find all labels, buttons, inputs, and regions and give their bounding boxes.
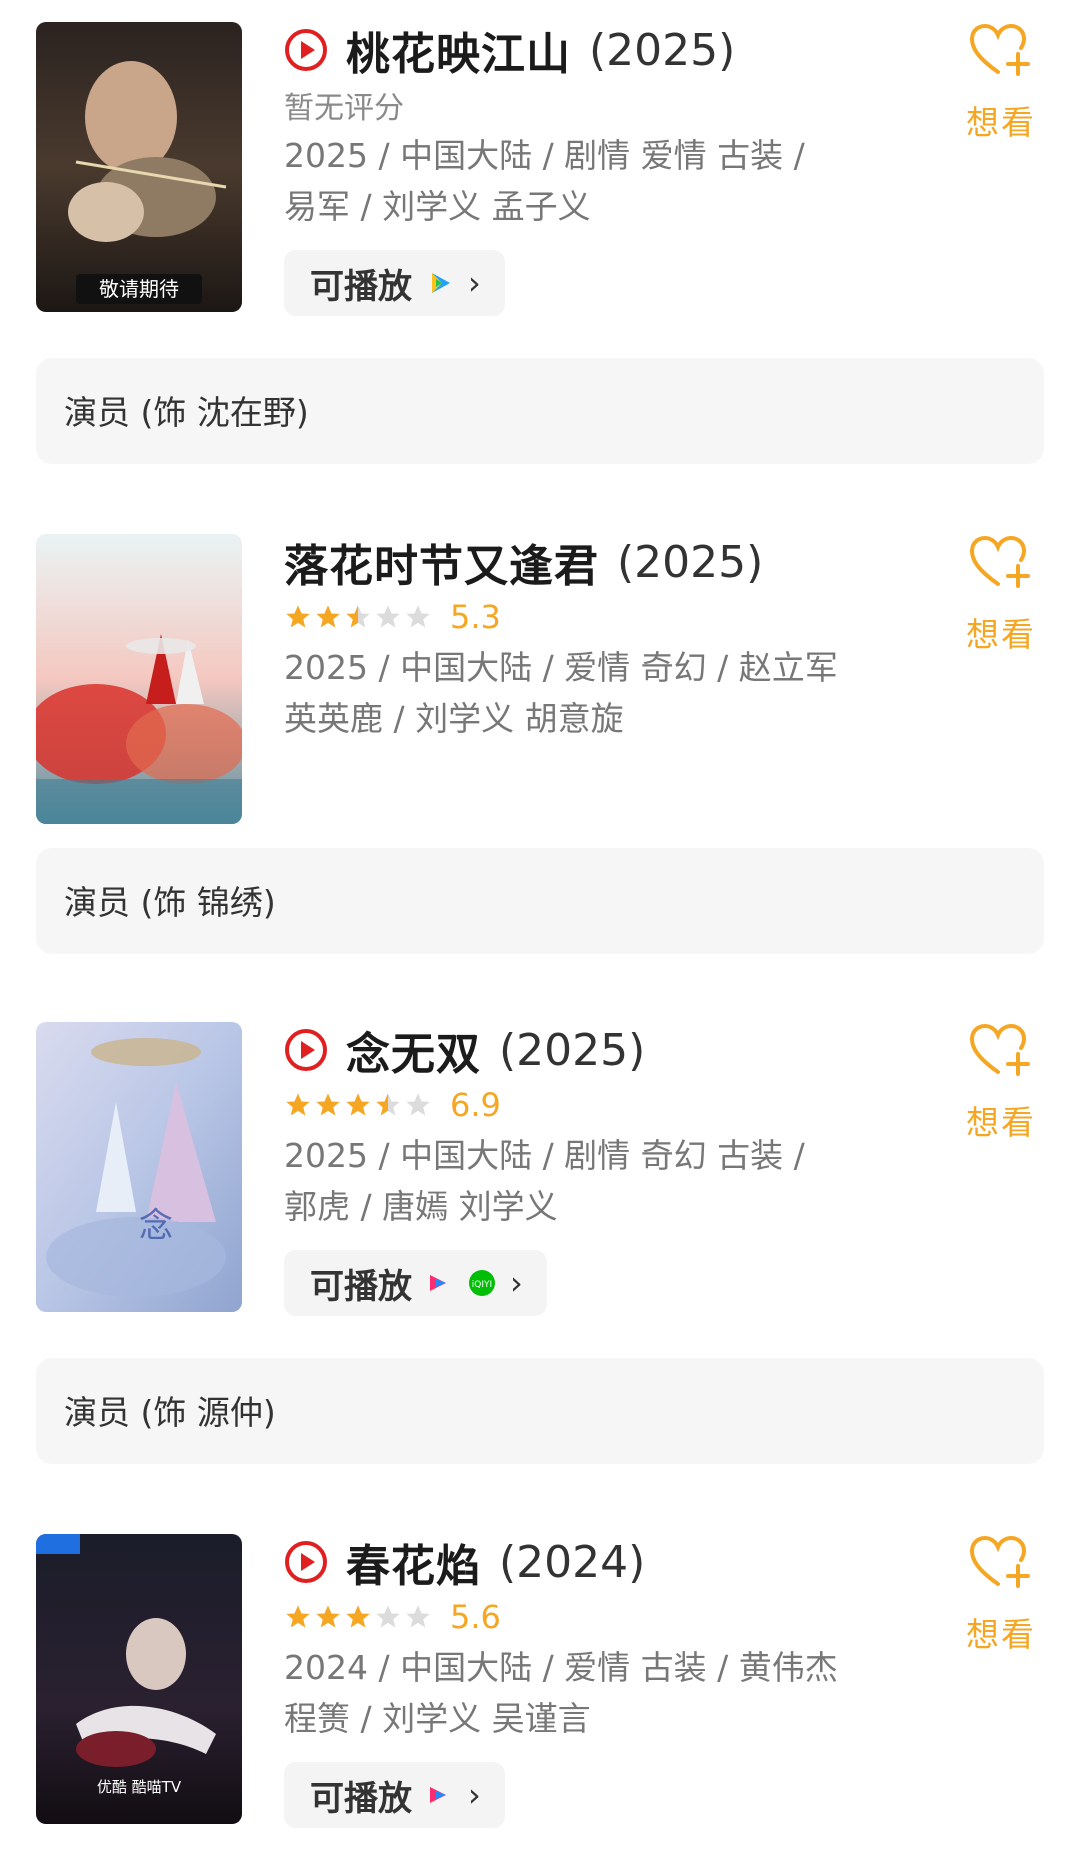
movie-poster[interactable]: 优酷 酷喵TV — [36, 1534, 242, 1824]
star-full-icon — [286, 605, 310, 628]
star-full-icon — [286, 1605, 310, 1628]
want-to-watch-label: 想看 — [966, 1615, 1036, 1654]
want-to-watch-label: 想看 — [966, 615, 1036, 654]
star-empty-icon — [376, 605, 400, 628]
playable-label: 可播放 — [310, 1778, 412, 1819]
playable-label: 可播放 — [310, 266, 412, 307]
movie-year: (2024) — [499, 1536, 646, 1588]
want-to-watch-label: 想看 — [966, 103, 1036, 142]
poster-caption: 敬请期待 — [99, 277, 179, 301]
want-to-watch-button[interactable]: 想看 — [958, 534, 1044, 656]
movie-title[interactable]: 春花焰 — [346, 1530, 481, 1594]
rating-score: 5.3 — [450, 598, 501, 636]
movie-year: (2025) — [589, 24, 736, 76]
rating-score: 5.6 — [450, 1598, 501, 1636]
role-box[interactable]: 演员 (饰 源仲) — [36, 1358, 1044, 1464]
heart-plus-icon — [969, 1535, 1030, 1588]
star-empty-icon — [376, 1605, 400, 1628]
role-text: 演员 (饰 锦绣) — [64, 883, 276, 922]
star-full-icon — [316, 605, 340, 628]
movie-title[interactable]: 桃花映江山 — [346, 18, 571, 82]
movie-meta-line1: 2025 / 中国大陆 / 剧情 爱情 古装 / — [284, 136, 805, 175]
star-full-icon — [316, 1093, 340, 1116]
movie-meta-line2: 英英鹿 / 刘学义 胡意旋 — [284, 699, 624, 738]
chevron-right-icon: › — [510, 1264, 523, 1302]
youku-icon — [430, 1787, 446, 1803]
star-rating — [284, 1603, 432, 1631]
play-circle-icon — [285, 1029, 327, 1071]
star-empty-icon — [406, 1093, 430, 1116]
want-to-watch-label: 想看 — [966, 1103, 1036, 1142]
playable-label: 可播放 — [310, 1266, 412, 1307]
playable-button[interactable]: 可播放 › — [284, 1762, 505, 1828]
svg-text:iQIYI: iQIYI — [472, 1280, 492, 1290]
movie-title[interactable]: 念无双 — [346, 1018, 481, 1082]
chevron-right-icon: › — [468, 264, 481, 302]
star-half-icon — [376, 1093, 400, 1116]
star-full-icon — [346, 1605, 370, 1628]
movie-meta-line2: 易军 / 刘学义 孟子义 — [284, 187, 591, 226]
play-circle-icon — [285, 1541, 327, 1583]
playable-button[interactable]: 可播放 iQIYI › — [284, 1250, 547, 1316]
movie-year: (2025) — [617, 536, 764, 588]
star-half-icon — [346, 605, 370, 628]
heart-plus-icon — [969, 1023, 1030, 1076]
svg-text:念: 念 — [139, 1206, 173, 1246]
role-box[interactable]: 演员 (饰 沈在野) — [36, 358, 1044, 464]
playable-button[interactable]: 可播放 › — [284, 250, 505, 316]
movie-title[interactable]: 落花时节又逢君 — [284, 530, 599, 594]
want-to-watch-button[interactable]: 想看 — [958, 1022, 1044, 1144]
role-text: 演员 (饰 沈在野) — [64, 393, 309, 432]
rating-score: 6.9 — [450, 1086, 501, 1124]
no-rating-label: 暂无评分 — [284, 91, 404, 126]
want-to-watch-button[interactable]: 想看 — [958, 1534, 1044, 1656]
movie-meta-line2: 郭虎 / 唐嫣 刘学义 — [284, 1187, 558, 1226]
role-box[interactable]: 演员 (饰 锦绣) — [36, 848, 1044, 954]
movie-meta-line1: 2024 / 中国大陆 / 爱情 古装 / 黄伟杰 — [284, 1648, 838, 1687]
star-full-icon — [316, 1605, 340, 1628]
tencent-video-icon — [432, 273, 450, 293]
chevron-right-icon: › — [468, 1776, 481, 1814]
movie-meta-line1: 2025 / 中国大陆 / 爱情 奇幻 / 赵立军 — [284, 648, 838, 687]
role-text: 演员 (饰 源仲) — [64, 1393, 276, 1432]
iqiyi-icon: iQIYI — [469, 1270, 495, 1296]
play-circle-icon — [285, 29, 327, 71]
star-empty-icon — [406, 1605, 430, 1628]
movie-poster[interactable] — [36, 534, 242, 824]
star-full-icon — [286, 1093, 310, 1116]
movie-year: (2025) — [499, 1024, 646, 1076]
star-full-icon — [346, 1093, 370, 1116]
movie-poster[interactable]: 敬请期待 — [36, 22, 242, 312]
youku-icon — [430, 1275, 446, 1291]
star-rating — [284, 1091, 432, 1119]
star-empty-icon — [406, 605, 430, 628]
poster-caption: 优酷 酷喵TV — [97, 1778, 182, 1796]
movie-meta-line2: 程箦 / 刘学义 吴谨言 — [284, 1699, 591, 1738]
want-to-watch-button[interactable]: 想看 — [958, 22, 1044, 144]
movie-poster[interactable]: 念 — [36, 1022, 242, 1312]
heart-plus-icon — [969, 23, 1030, 76]
star-rating — [284, 603, 432, 631]
movie-meta-line1: 2025 / 中国大陆 / 剧情 奇幻 古装 / — [284, 1136, 805, 1175]
heart-plus-icon — [969, 535, 1030, 588]
